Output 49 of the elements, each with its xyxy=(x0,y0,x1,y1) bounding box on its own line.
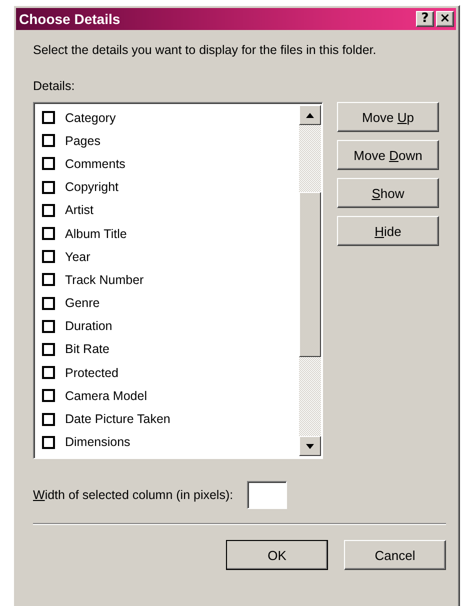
checkbox[interactable] xyxy=(42,320,55,333)
detail-label[interactable]: Category xyxy=(65,110,116,125)
checkbox[interactable] xyxy=(42,157,55,170)
checkbox[interactable] xyxy=(42,436,55,449)
side-button[interactable]: Show xyxy=(337,178,439,208)
width-input-field[interactable] xyxy=(247,481,288,509)
window-title: Choose Details xyxy=(19,11,120,27)
detail-label[interactable]: Genre xyxy=(65,296,100,310)
detail-label[interactable]: Pages xyxy=(65,134,100,148)
side-button[interactable]: Move Up xyxy=(337,102,439,132)
up-arrow-icon xyxy=(306,112,314,118)
scroll-up-button[interactable] xyxy=(299,105,321,125)
detail-label[interactable]: Dimensions xyxy=(65,435,130,450)
checkbox[interactable] xyxy=(42,273,55,286)
detail-label[interactable]: Comments xyxy=(65,156,126,171)
detail-label[interactable]: Duration xyxy=(65,319,112,334)
checkbox[interactable] xyxy=(42,412,55,426)
cancel-button[interactable]: Cancel xyxy=(344,540,446,570)
detail-label[interactable]: Bit Rate xyxy=(65,342,110,356)
scrollbar[interactable] xyxy=(299,105,321,456)
detail-label[interactable]: Year xyxy=(65,250,90,264)
checkbox[interactable] xyxy=(42,134,55,148)
side-button[interactable]: Move Down xyxy=(337,140,439,170)
checkbox[interactable] xyxy=(42,111,55,124)
detail-label[interactable]: Protected xyxy=(65,366,119,380)
scroll-down-button[interactable] xyxy=(299,436,321,456)
detail-label[interactable]: Copyright xyxy=(65,180,118,194)
checkbox[interactable] xyxy=(42,227,55,240)
checkbox[interactable] xyxy=(42,204,55,217)
checkbox[interactable] xyxy=(42,180,55,194)
side-button[interactable]: Hide xyxy=(337,216,439,246)
instruction-text: Select the details you want to display for the files in this folder. xyxy=(33,43,378,57)
detail-label[interactable]: Camera Model xyxy=(65,388,147,403)
detail-label[interactable]: Artist xyxy=(65,203,94,218)
help-button[interactable]: ? xyxy=(416,11,434,27)
close-button[interactable]: × xyxy=(436,11,454,27)
checkbox[interactable] xyxy=(42,389,55,402)
checkbox[interactable] xyxy=(42,366,55,380)
down-arrow-icon xyxy=(306,444,314,448)
ok-button[interactable]: OK xyxy=(226,540,328,570)
checkbox[interactable] xyxy=(42,296,55,310)
detail-label[interactable]: Album Title xyxy=(65,226,127,241)
detail-label[interactable]: Date Picture Taken xyxy=(65,412,170,426)
scroll-thumb[interactable] xyxy=(299,192,321,357)
details-label: Details: xyxy=(33,79,76,93)
detail-label[interactable]: Track Number xyxy=(65,272,144,287)
width-label: Width of selected column (in pixels): xyxy=(33,488,234,502)
checkbox[interactable] xyxy=(42,250,55,264)
checkbox[interactable] xyxy=(42,342,55,356)
